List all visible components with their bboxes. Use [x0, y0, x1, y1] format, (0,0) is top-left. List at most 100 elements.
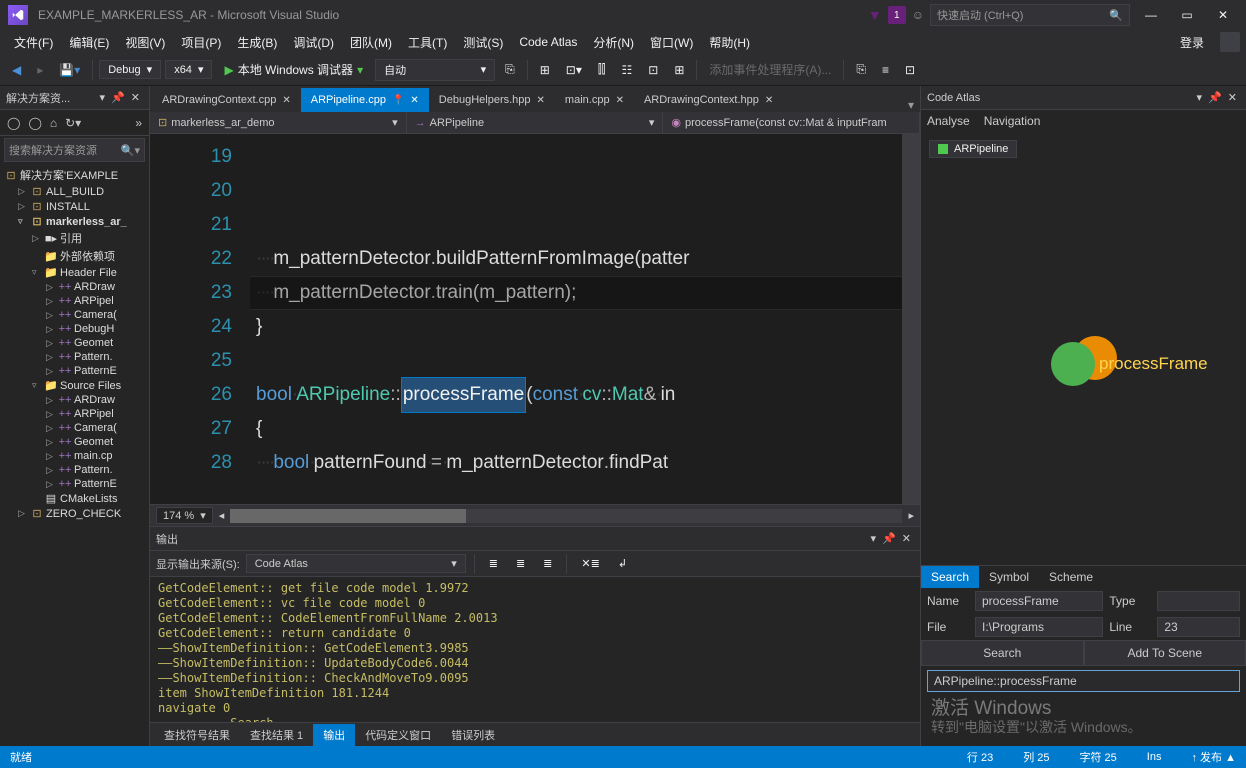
- menu-view[interactable]: 视图(V): [117, 32, 173, 53]
- close-icon[interactable]: ✕: [128, 91, 143, 104]
- tree-item[interactable]: ▷++Geomet: [0, 336, 149, 350]
- tab-close-icon[interactable]: ✕: [410, 95, 418, 106]
- atlas-result[interactable]: ARPipeline::processFrame: [927, 670, 1240, 692]
- menu-debug[interactable]: 调试(D): [285, 32, 342, 53]
- close-button[interactable]: ✕: [1208, 4, 1238, 26]
- avatar-icon[interactable]: [1220, 32, 1240, 52]
- maximize-button[interactable]: ▭: [1172, 4, 1202, 26]
- back-icon[interactable]: ◯: [4, 114, 23, 132]
- tb-icon-9[interactable]: ≡: [876, 61, 895, 79]
- minimize-button[interactable]: —: [1136, 4, 1166, 26]
- tree-item[interactable]: ▿📁Source Files: [0, 378, 149, 393]
- tree-item[interactable]: ▤CMakeLists: [0, 491, 149, 506]
- out-icon-2[interactable]: ≣: [510, 555, 531, 572]
- bottom-tab[interactable]: 查找结果 1: [240, 724, 313, 746]
- atlas-tab-analyse[interactable]: Analyse: [927, 114, 970, 128]
- tb-icon-4[interactable]: ⫿⫿: [592, 60, 612, 79]
- code-body[interactable]: ····m_patternDetector.buildPatternFromIm…: [250, 134, 902, 504]
- add-handler-button[interactable]: 添加事件处理程序(A)...: [703, 59, 837, 80]
- out-icon-3[interactable]: ≣: [537, 555, 558, 572]
- solution-node[interactable]: ⊡解决方案'EXAMPLE: [0, 166, 149, 184]
- out-clear-icon[interactable]: ✕≣: [575, 555, 605, 572]
- tb-icon-7[interactable]: ⊞: [668, 61, 690, 79]
- dropdown-icon[interactable]: ▾: [1194, 91, 1206, 104]
- close-icon[interactable]: ✕: [1225, 91, 1240, 104]
- tree-item[interactable]: ▷++Pattern.: [0, 350, 149, 364]
- tree-item[interactable]: ▷++main.cp: [0, 449, 149, 463]
- document-tab[interactable]: main.cpp✕: [555, 88, 634, 112]
- solexp-search-input[interactable]: 搜索解决方案资源🔍▾: [4, 138, 145, 162]
- tree-item[interactable]: 📁外部依赖项: [0, 247, 149, 265]
- menu-project[interactable]: 项目(P): [173, 32, 229, 53]
- feedback-icon[interactable]: ☺: [912, 8, 924, 22]
- tab-close-icon[interactable]: ✕: [282, 95, 290, 106]
- save-all-icon[interactable]: 💾▾: [53, 61, 86, 79]
- name-input[interactable]: processFrame: [975, 591, 1103, 611]
- tree-item[interactable]: ▷++Camera(: [0, 308, 149, 322]
- atlas-tab-navigation[interactable]: Navigation: [984, 114, 1041, 128]
- bottom-tab[interactable]: 输出: [313, 724, 355, 746]
- tree-item[interactable]: ▷++DebugH: [0, 322, 149, 336]
- more-icon[interactable]: »: [132, 114, 145, 132]
- tb-icon-6[interactable]: ⊡: [642, 61, 664, 79]
- tab-close-icon[interactable]: ✕: [765, 95, 773, 106]
- tree-item[interactable]: ▷⊡ZERO_CHECK: [0, 506, 149, 521]
- tree-item[interactable]: ▷++PatternE: [0, 364, 149, 378]
- home-icon[interactable]: ⌂: [47, 114, 60, 132]
- bottom-tab[interactable]: 错误列表: [441, 724, 505, 746]
- quick-launch-input[interactable]: 快速启动 (Ctrl+Q)🔍: [930, 4, 1130, 26]
- menu-team[interactable]: 团队(M): [342, 32, 400, 53]
- file-input[interactable]: I:\Programs: [975, 617, 1103, 637]
- crumb-function[interactable]: ◉processFrame(const cv::Mat & inputFram: [663, 112, 920, 133]
- tree-item[interactable]: ▷++ARDraw: [0, 393, 149, 407]
- sync-icon[interactable]: ↻▾: [62, 114, 84, 132]
- tb-icon-2[interactable]: ⊞: [534, 61, 556, 79]
- scroll-left-icon[interactable]: ◂: [219, 509, 225, 522]
- tree-item[interactable]: ▿📁Header File: [0, 265, 149, 280]
- horizontal-scrollbar[interactable]: [230, 509, 902, 523]
- auto-dropdown[interactable]: 自动▾: [375, 59, 495, 81]
- atlas-tab-search[interactable]: Search: [921, 566, 979, 588]
- document-tab[interactable]: DebugHelpers.hpp✕: [429, 88, 555, 112]
- menu-window[interactable]: 窗口(W): [642, 32, 701, 53]
- atlas-add-button[interactable]: Add To Scene: [1084, 640, 1246, 666]
- atlas-node[interactable]: processFrame: [1051, 342, 1095, 386]
- tree-item[interactable]: ▷++ARDraw: [0, 280, 149, 294]
- document-tab[interactable]: ARDrawingContext.hpp✕: [634, 88, 783, 112]
- tb-icon-10[interactable]: ⊡: [899, 61, 921, 79]
- tree-item[interactable]: ▷⊡ALL_BUILD: [0, 184, 149, 199]
- tab-close-icon[interactable]: ✕: [616, 95, 624, 106]
- output-source-dropdown[interactable]: Code Atlas▾: [246, 554, 466, 573]
- menu-help[interactable]: 帮助(H): [701, 32, 758, 53]
- atlas-tab-scheme[interactable]: Scheme: [1039, 566, 1103, 588]
- atlas-canvas[interactable]: ARPipeline processFrame: [921, 132, 1246, 565]
- pin-icon[interactable]: 📌: [108, 91, 128, 104]
- filter-icon[interactable]: ▼: [868, 7, 882, 23]
- crumb-class[interactable]: →ARPipeline▾: [407, 112, 664, 133]
- bottom-tab[interactable]: 代码定义窗口: [355, 724, 441, 746]
- line-input[interactable]: 23: [1157, 617, 1240, 637]
- document-tab[interactable]: ARDrawingContext.cpp✕: [152, 88, 301, 112]
- bottom-tab[interactable]: 查找符号结果: [154, 724, 240, 746]
- type-input[interactable]: [1157, 591, 1240, 611]
- pin-icon[interactable]: 📌: [1205, 91, 1225, 104]
- tb-icon-8[interactable]: ⎘: [850, 60, 872, 79]
- tree-item[interactable]: ▷++ARPipel: [0, 294, 149, 308]
- scroll-right-icon[interactable]: ▸: [908, 509, 914, 522]
- close-icon[interactable]: ✕: [899, 532, 914, 545]
- nav-back-icon[interactable]: ◀: [6, 61, 27, 79]
- fwd-icon[interactable]: ◯: [25, 114, 44, 132]
- tree-item[interactable]: ▷++PatternE: [0, 477, 149, 491]
- atlas-search-button[interactable]: Search: [921, 640, 1084, 666]
- pin-icon[interactable]: 📌: [879, 532, 899, 545]
- menu-file[interactable]: 文件(F): [6, 32, 61, 53]
- crumb-project[interactable]: ⊡markerless_ar_demo▾: [150, 112, 407, 133]
- atlas-chip[interactable]: ARPipeline: [929, 140, 1017, 158]
- menu-build[interactable]: 生成(B): [229, 32, 285, 53]
- tree-item[interactable]: ▷++Pattern.: [0, 463, 149, 477]
- login-button[interactable]: 登录: [1170, 32, 1214, 53]
- tree-item[interactable]: ▿⊡markerless_ar_: [0, 214, 149, 229]
- out-icon-1[interactable]: ≣: [483, 555, 504, 572]
- menu-edit[interactable]: 编辑(E): [61, 32, 117, 53]
- tb-icon-3[interactable]: ⊡▾: [560, 61, 588, 79]
